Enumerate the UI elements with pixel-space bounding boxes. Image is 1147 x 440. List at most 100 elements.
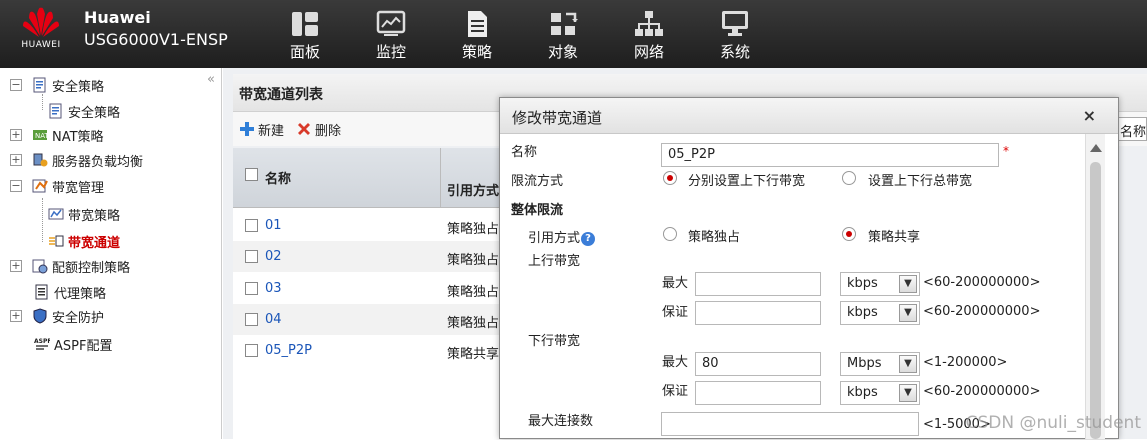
collapse-icon[interactable]: − — [10, 180, 22, 192]
expand-icon[interactable]: + — [10, 260, 22, 272]
scroll-thumb[interactable] — [1090, 162, 1101, 439]
nav-policy-label: 策略 — [461, 43, 492, 61]
sidebar-item-server-lb[interactable]: + 服务器负载均衡 — [10, 148, 143, 172]
table-row[interactable]: 05_P2P 策略共享 — [233, 335, 503, 366]
down-max-label: 最大 — [662, 355, 689, 370]
sidebar-item-nat-policy[interactable]: + NAT NAT策略 — [10, 123, 104, 147]
document-icon — [468, 11, 487, 37]
collapse-icon[interactable]: − — [10, 79, 22, 91]
search-field-select[interactable]: 名称 — [1115, 117, 1147, 141]
ref-exclusive-radio[interactable] — [663, 227, 677, 241]
dialog-body: 名称 05_P2P * 限流方式 分别设置上下行带宽 设置上下行总带宽 整体限流… — [500, 134, 1100, 440]
nat-icon: NAT — [32, 127, 48, 143]
nav-dashboard[interactable]: 面板 — [262, 0, 348, 68]
chevron-down-icon[interactable]: ▼ — [899, 355, 917, 373]
down-guarantee-label: 保证 — [662, 384, 689, 399]
down-max-input[interactable]: 80 — [695, 352, 821, 376]
table-row[interactable]: 03 策略独占 — [233, 273, 503, 304]
sidebar-item-bandwidth-channel[interactable]: 带宽通道 — [48, 229, 120, 253]
ref-exclusive-label[interactable]: 策略独占 — [688, 226, 740, 245]
scroll-up-icon[interactable] — [1090, 144, 1102, 152]
row-ref: 策略独占 — [447, 285, 500, 300]
objects-icon — [551, 12, 578, 35]
sidebar-item-bandwidth-policy[interactable]: 带宽策略 — [48, 202, 120, 226]
huawei-logo: HUAWEI — [14, 4, 68, 64]
bandwidth-icon — [32, 178, 48, 194]
delete-button[interactable]: 删除 — [296, 120, 341, 139]
sidebar-item-proxy-policy[interactable]: 代理策略 — [34, 280, 106, 304]
help-icon[interactable]: ? — [581, 231, 596, 246]
sidebar-item-quota-policy[interactable]: + 配额控制策略 — [10, 254, 130, 278]
row-checkbox[interactable] — [245, 282, 258, 295]
nav-dashboard-label: 面板 — [289, 43, 320, 61]
dashboard-icon — [292, 12, 318, 36]
limit-separate-radio[interactable] — [663, 171, 677, 185]
row-name-link[interactable]: 05_P2P — [265, 343, 312, 358]
nav-objects-label: 对象 — [547, 43, 578, 61]
up-guarantee-unit-select[interactable]: kbps ▼ — [840, 301, 920, 325]
down-guar-unit-value: kbps — [847, 385, 878, 400]
ref-shared-label[interactable]: 策略共享 — [868, 226, 920, 245]
row-checkbox[interactable] — [245, 313, 258, 326]
nav-monitor[interactable]: 监控 — [348, 0, 434, 68]
chevron-down-icon[interactable]: ▼ — [899, 304, 917, 322]
row-checkbox[interactable] — [245, 219, 258, 232]
table-row[interactable]: 04 策略独占 — [233, 304, 503, 335]
limit-total-label[interactable]: 设置上下行总带宽 — [868, 170, 972, 189]
column-header-name[interactable]: 名称 — [265, 168, 291, 187]
down-guarantee-range: <60-200000000> — [923, 384, 1041, 399]
expand-icon[interactable]: + — [10, 310, 22, 322]
up-max-unit-select[interactable]: kbps ▼ — [840, 272, 920, 296]
channel-table: 名称 引用方式 01 策略独占 02 策略独占 03 策略独占 04 策略独占 … — [233, 148, 503, 439]
sidebar-item-label: 配额控制策略 — [52, 260, 131, 276]
up-max-input[interactable] — [695, 272, 821, 296]
row-name-link[interactable]: 03 — [265, 281, 282, 296]
sidebar-item-security-policy-sub[interactable]: 安全策略 — [48, 99, 120, 123]
up-guar-unit-value: kbps — [847, 305, 878, 320]
collapse-sidebar-icon[interactable]: « — [207, 72, 215, 87]
nav-monitor-label: 监控 — [375, 43, 406, 61]
nav-objects[interactable]: 对象 — [520, 0, 606, 68]
nav-network[interactable]: 网络 — [606, 0, 692, 68]
column-divider — [440, 148, 441, 207]
row-name-link[interactable]: 02 — [265, 249, 282, 264]
up-guarantee-range: <60-200000000> — [923, 304, 1041, 319]
nav-network-label: 网络 — [633, 43, 664, 61]
select-all-checkbox[interactable] — [245, 168, 258, 181]
down-guarantee-unit-select[interactable]: kbps ▼ — [840, 381, 920, 405]
chevron-down-icon[interactable]: ▼ — [899, 275, 917, 293]
row-checkbox[interactable] — [245, 344, 258, 357]
add-icon — [240, 122, 254, 136]
policy-doc-icon — [48, 103, 64, 119]
dialog-scrollbar[interactable] — [1085, 134, 1105, 439]
sidebar: « − 安全策略 安全策略 + NAT NAT策略 + 服务器负载均衡 − 带宽… — [0, 68, 222, 439]
down-max-unit-select[interactable]: Mbps ▼ — [840, 352, 920, 376]
new-button[interactable]: 新建 — [239, 120, 284, 139]
chevron-down-icon[interactable]: ▼ — [899, 384, 917, 402]
ref-shared-radio[interactable] — [842, 227, 856, 241]
name-input[interactable]: 05_P2P — [661, 143, 999, 167]
expand-icon[interactable]: + — [10, 154, 22, 166]
down-guarantee-input[interactable] — [695, 381, 821, 405]
sidebar-item-security-protection[interactable]: + 安全防护 — [10, 304, 104, 328]
nav-system[interactable]: 系统 — [692, 0, 778, 68]
row-checkbox[interactable] — [245, 250, 258, 263]
close-icon[interactable]: × — [1083, 106, 1096, 125]
row-name-link[interactable]: 04 — [265, 312, 282, 327]
dialog-title-bar[interactable]: 修改带宽通道 × — [500, 98, 1118, 134]
table-row[interactable]: 02 策略独占 — [233, 241, 503, 272]
sidebar-item-aspf[interactable]: ASPF ASPF配置 — [34, 332, 112, 356]
max-conn-label: 最大连接数 — [528, 414, 594, 429]
policy-doc-icon — [32, 77, 48, 93]
sidebar-item-bandwidth-mgmt[interactable]: − 带宽管理 — [10, 174, 104, 198]
column-header-ref[interactable]: 引用方式 — [447, 180, 499, 199]
limit-separate-label[interactable]: 分别设置上下行带宽 — [688, 170, 805, 189]
nav-policy[interactable]: 策略 — [434, 0, 520, 68]
row-name-link[interactable]: 01 — [265, 218, 282, 233]
limit-total-radio[interactable] — [842, 171, 856, 185]
max-conn-input[interactable] — [661, 412, 919, 436]
sidebar-item-security-policy[interactable]: − 安全策略 — [10, 73, 104, 97]
up-guarantee-input[interactable] — [695, 301, 821, 325]
expand-icon[interactable]: + — [10, 129, 22, 141]
table-row[interactable]: 01 策略独占 — [233, 210, 503, 241]
